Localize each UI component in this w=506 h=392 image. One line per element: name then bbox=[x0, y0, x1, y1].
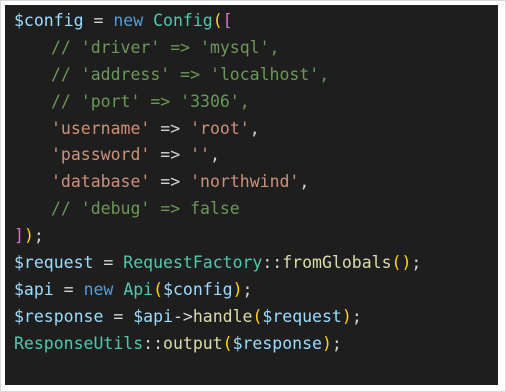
token-punctuation: ; bbox=[411, 253, 422, 273]
code-line-7: 'database' => 'northwind', bbox=[14, 169, 421, 196]
token-operator: -> bbox=[172, 306, 193, 326]
token-string: 'database' bbox=[51, 172, 151, 192]
token-string: 'password' bbox=[51, 145, 151, 165]
token-punctuation: , bbox=[209, 145, 220, 165]
token-variable: $config bbox=[14, 11, 84, 30]
token-variable: $response bbox=[14, 306, 104, 326]
code-line-4: // 'port' => '3306', bbox=[14, 89, 421, 116]
token-operator: => bbox=[150, 145, 191, 165]
code-line-2: // 'driver' => 'mysql', bbox=[14, 35, 421, 62]
token-bracket: ( bbox=[153, 279, 164, 299]
token-operator: = bbox=[83, 11, 114, 30]
token-string: 'northwind' bbox=[190, 172, 300, 192]
code-line-3: // 'address' => 'localhost', bbox=[14, 62, 421, 89]
token-variable: $api bbox=[14, 279, 54, 299]
token-bracket: ) bbox=[321, 333, 332, 353]
token-bracket: ) bbox=[23, 226, 34, 246]
code-line-10: $request = RequestFactory::fromGlobals()… bbox=[14, 250, 421, 277]
token-comment: // 'driver' => 'mysql', bbox=[51, 37, 280, 57]
token-bracket: ( bbox=[252, 306, 263, 326]
token-function: fromGlobals bbox=[282, 253, 392, 273]
token-bracket: ) bbox=[341, 306, 352, 326]
token-keyword: new bbox=[113, 11, 144, 30]
code-line-9: ]); bbox=[14, 223, 421, 250]
token-punctuation: ; bbox=[351, 306, 362, 326]
token-bracket: ) bbox=[232, 279, 243, 299]
token-comment: // 'port' => '3306', bbox=[51, 91, 250, 111]
token-operator: => bbox=[150, 118, 191, 138]
token-class: Api bbox=[123, 279, 154, 299]
token-punctuation: ; bbox=[33, 226, 44, 246]
screenshot-frame: $config = new Config([// 'driver' => 'my… bbox=[0, 0, 506, 392]
token-punctuation: , bbox=[299, 172, 310, 192]
token-class: RequestFactory bbox=[123, 253, 263, 273]
code-line-1: $config = new Config([ bbox=[14, 8, 421, 35]
token-operator: :: bbox=[143, 333, 164, 353]
token-operator: => bbox=[150, 172, 191, 192]
token-comment: // 'address' => 'localhost', bbox=[51, 64, 330, 84]
token-variable: $api bbox=[133, 306, 173, 326]
code-line-11: $api = new Api($config); bbox=[14, 277, 421, 304]
token-string: 'username' bbox=[51, 118, 151, 138]
token-bracket: () bbox=[391, 253, 412, 273]
token-variable: $request bbox=[262, 306, 342, 326]
code-line-6: 'password' => '', bbox=[14, 142, 421, 169]
code-line-12: $response = $api->handle($request); bbox=[14, 304, 421, 331]
token-string: 'root' bbox=[190, 118, 250, 138]
code-editor[interactable]: $config = new Config([// 'driver' => 'my… bbox=[5, 5, 498, 385]
token-variable: $config bbox=[163, 279, 233, 299]
code-line-8: // 'debug' => false bbox=[14, 196, 421, 223]
token-operator: :: bbox=[262, 253, 283, 273]
token-bracket: ( bbox=[222, 333, 233, 353]
token-bracket: [ bbox=[222, 11, 233, 30]
code-line-13: ResponseUtils::output($response); bbox=[14, 331, 421, 358]
code-line-5: 'username' => 'root', bbox=[14, 116, 421, 143]
token-punctuation: ; bbox=[331, 333, 342, 353]
token-variable: $request bbox=[14, 253, 94, 273]
token-comment: // 'debug' => false bbox=[51, 199, 240, 219]
token-keyword: new bbox=[83, 279, 114, 299]
code-block[interactable]: $config = new Config([// 'driver' => 'my… bbox=[14, 8, 421, 358]
token-bracket: ( bbox=[212, 11, 223, 30]
token-operator: = bbox=[53, 279, 84, 299]
token-operator: = bbox=[93, 253, 124, 273]
token-operator: = bbox=[103, 306, 134, 326]
token-class: ResponseUtils bbox=[14, 333, 144, 353]
token-punctuation: ; bbox=[242, 279, 253, 299]
token-bracket: ] bbox=[14, 226, 24, 246]
token-function: output bbox=[163, 333, 223, 353]
token-string: '' bbox=[190, 145, 210, 165]
token-variable: $response bbox=[232, 333, 322, 353]
token-function: handle bbox=[192, 306, 253, 326]
token-punctuation: , bbox=[249, 118, 260, 138]
token-class: Config bbox=[153, 11, 213, 30]
